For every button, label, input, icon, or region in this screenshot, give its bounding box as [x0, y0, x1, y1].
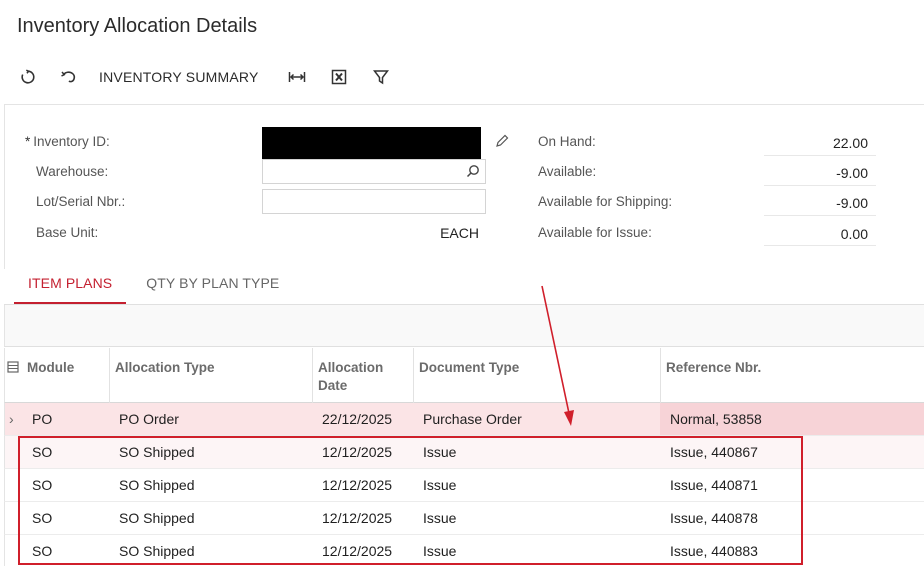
- column-header-document-type[interactable]: Document Type: [413, 348, 660, 403]
- undo-icon[interactable]: [59, 64, 79, 90]
- cell-allocation-date: 12/12/2025: [322, 477, 393, 493]
- table-row[interactable]: SO SO Shipped 12/12/2025 Issue Issue, 44…: [4, 535, 924, 566]
- cell-allocation-date: 12/12/2025: [322, 444, 393, 460]
- table-row[interactable]: SO SO Shipped 12/12/2025 Issue Issue, 44…: [4, 469, 924, 502]
- warehouse-label: Warehouse:: [36, 164, 109, 179]
- column-header-allocation-type[interactable]: Allocation Type: [109, 348, 312, 403]
- base-unit-label: Base Unit:: [36, 225, 99, 240]
- cell-allocation-type: PO Order: [119, 411, 179, 427]
- grid-toolbar: [4, 305, 924, 347]
- inventory-id-field[interactable]: [262, 127, 481, 159]
- refresh-icon[interactable]: [18, 64, 38, 90]
- lot-serial-label: Lot/Serial Nbr.:: [36, 194, 126, 209]
- filter-icon[interactable]: [371, 64, 391, 90]
- column-config-icon[interactable]: [7, 360, 19, 378]
- base-unit-value: EACH: [440, 225, 479, 241]
- chevron-right-icon[interactable]: ›: [9, 403, 14, 435]
- edit-pencil-icon[interactable]: [495, 134, 509, 153]
- available-shipping-value: -9.00: [836, 195, 868, 211]
- available-value: -9.00: [836, 165, 868, 181]
- cell-reference-nbr[interactable]: Issue, 440867: [670, 436, 758, 468]
- inventory-id-label: * Inventory ID:: [25, 134, 110, 149]
- cell-module: SO: [32, 444, 53, 460]
- cell-reference-nbr[interactable]: Issue, 440883: [670, 535, 758, 566]
- cell-allocation-date: 12/12/2025: [322, 510, 393, 526]
- cell-document-type: Issue: [423, 543, 457, 559]
- on-hand-value: 22.00: [832, 135, 868, 151]
- cell-reference-nbr[interactable]: Normal, 53858: [660, 403, 924, 435]
- inventory-summary-button[interactable]: INVENTORY SUMMARY: [99, 64, 259, 90]
- cell-module: PO: [32, 411, 53, 427]
- cell-document-type: Issue: [423, 444, 457, 460]
- search-icon[interactable]: [466, 164, 480, 183]
- cell-document-type: Purchase Order: [423, 411, 522, 427]
- cell-module: SO: [32, 543, 53, 559]
- cell-allocation-type: SO Shipped: [119, 543, 195, 559]
- tab-qty-by-plan-type[interactable]: QTY BY PLAN TYPE: [132, 270, 293, 304]
- cell-reference-nbr[interactable]: Issue, 440878: [670, 502, 758, 534]
- toolbar: INVENTORY SUMMARY: [18, 64, 391, 90]
- cell-reference-nbr[interactable]: Issue, 440871: [670, 469, 758, 501]
- tab-item-plans[interactable]: ITEM PLANS: [14, 270, 127, 304]
- table-row[interactable]: SO SO Shipped 12/12/2025 Issue Issue, 44…: [4, 436, 924, 469]
- cell-document-type: Issue: [423, 510, 457, 526]
- cell-module: SO: [32, 510, 53, 526]
- grid-header: Module Allocation Type Allocation Date D…: [4, 348, 924, 403]
- available-issue-value: 0.00: [840, 226, 868, 242]
- excel-export-icon[interactable]: [329, 64, 349, 90]
- cell-allocation-type: SO Shipped: [119, 444, 195, 460]
- page-title: Inventory Allocation Details: [17, 15, 258, 37]
- column-header-module[interactable]: Module: [22, 348, 107, 403]
- cell-allocation-type: SO Shipped: [119, 477, 195, 493]
- column-header-reference-nbr[interactable]: Reference Nbr.: [660, 348, 924, 403]
- cell-module: SO: [32, 477, 53, 493]
- cell-allocation-date: 22/12/2025: [322, 411, 393, 427]
- lot-serial-field[interactable]: [262, 189, 486, 214]
- available-label: Available:: [538, 164, 597, 179]
- table-row[interactable]: › PO PO Order 22/12/2025 Purchase Order …: [4, 403, 924, 436]
- table-row[interactable]: SO SO Shipped 12/12/2025 Issue Issue, 44…: [4, 502, 924, 535]
- available-shipping-label: Available for Shipping:: [538, 194, 673, 209]
- cell-allocation-type: SO Shipped: [119, 510, 195, 526]
- tab-bar: ITEM PLANS QTY BY PLAN TYPE: [14, 270, 293, 304]
- warehouse-field[interactable]: [262, 159, 486, 184]
- on-hand-label: On Hand:: [538, 134, 596, 149]
- fit-columns-icon[interactable]: [287, 64, 307, 90]
- column-header-allocation-date[interactable]: Allocation Date: [312, 348, 413, 403]
- cell-allocation-date: 12/12/2025: [322, 543, 393, 559]
- available-issue-label: Available for Issue:: [538, 225, 652, 240]
- cell-document-type: Issue: [423, 477, 457, 493]
